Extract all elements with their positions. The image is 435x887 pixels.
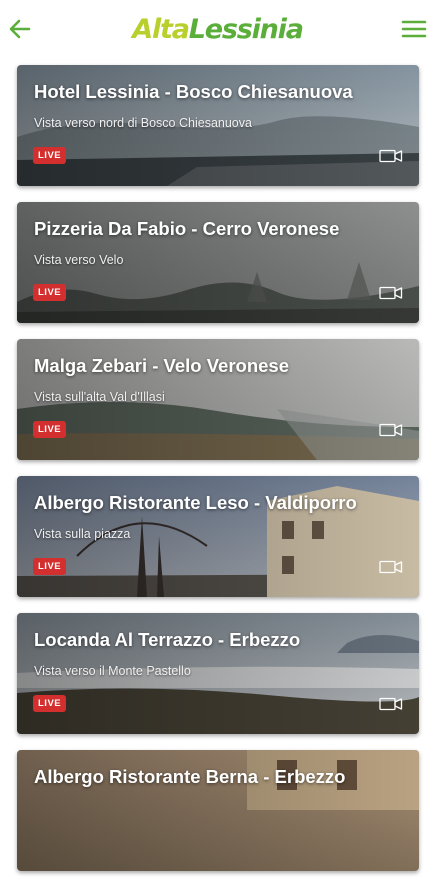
- video-camera-icon: [379, 560, 403, 574]
- live-badge: LIVE: [33, 695, 67, 712]
- video-camera-icon: [379, 286, 403, 300]
- live-badge: LIVE: [33, 421, 67, 438]
- webcam-title: Hotel Lessinia - Bosco Chiesanuova: [34, 81, 353, 102]
- webcam-subtitle: Vista sulla piazza: [34, 527, 131, 541]
- video-camera-icon: [379, 423, 403, 437]
- webcam-card-malga-zebari[interactable]: Malga Zebari - Velo Veronese Vista sull'…: [17, 339, 419, 460]
- live-badge: LIVE: [33, 558, 67, 575]
- live-badge: LIVE: [33, 147, 67, 164]
- webcam-subtitle: Vista verso Velo: [34, 253, 124, 267]
- webcam-subtitle: Vista verso il Monte Pastello: [34, 664, 191, 678]
- webcam-title: Malga Zebari - Velo Veronese: [34, 355, 289, 376]
- logo-part-lessinia: Lessinia: [188, 14, 304, 45]
- video-camera-icon: [379, 149, 403, 163]
- webcam-card-pizzeria-da-fabio[interactable]: Pizzeria Da Fabio - Cerro Veronese Vista…: [17, 202, 419, 323]
- video-camera-icon: [379, 697, 403, 711]
- top-app-bar: AltaLessinia: [0, 0, 435, 58]
- webcam-title: Locanda Al Terrazzo - Erbezzo: [34, 629, 301, 650]
- webcam-card-albergo-leso[interactable]: Albergo Ristorante Leso - Valdiporro Vis…: [17, 476, 419, 597]
- webcam-card-albergo-berna[interactable]: Albergo Ristorante Berna - Erbezzo: [17, 750, 419, 871]
- webcam-list: Hotel Lessinia - Bosco Chiesanuova Vista…: [17, 65, 419, 887]
- webcam-title: Albergo Ristorante Berna - Erbezzo: [34, 766, 346, 787]
- webcam-card-hotel-lessinia[interactable]: Hotel Lessinia - Bosco Chiesanuova Vista…: [17, 65, 419, 186]
- webcam-title: Albergo Ristorante Leso - Valdiporro: [34, 492, 357, 513]
- live-badge: LIVE: [33, 284, 67, 301]
- webcam-title: Pizzeria Da Fabio - Cerro Veronese: [34, 218, 340, 239]
- hamburger-menu-icon[interactable]: [399, 15, 429, 43]
- app-logo: AltaLessinia: [0, 10, 435, 50]
- webcam-subtitle: Vista verso nord di Bosco Chiesanuova: [34, 116, 252, 130]
- webcam-subtitle: Vista sull'alta Val d'Illasi: [34, 390, 165, 404]
- logo-part-alta: Alta: [132, 14, 190, 45]
- webcam-card-locanda-al-terrazzo[interactable]: Locanda Al Terrazzo - Erbezzo Vista vers…: [17, 613, 419, 734]
